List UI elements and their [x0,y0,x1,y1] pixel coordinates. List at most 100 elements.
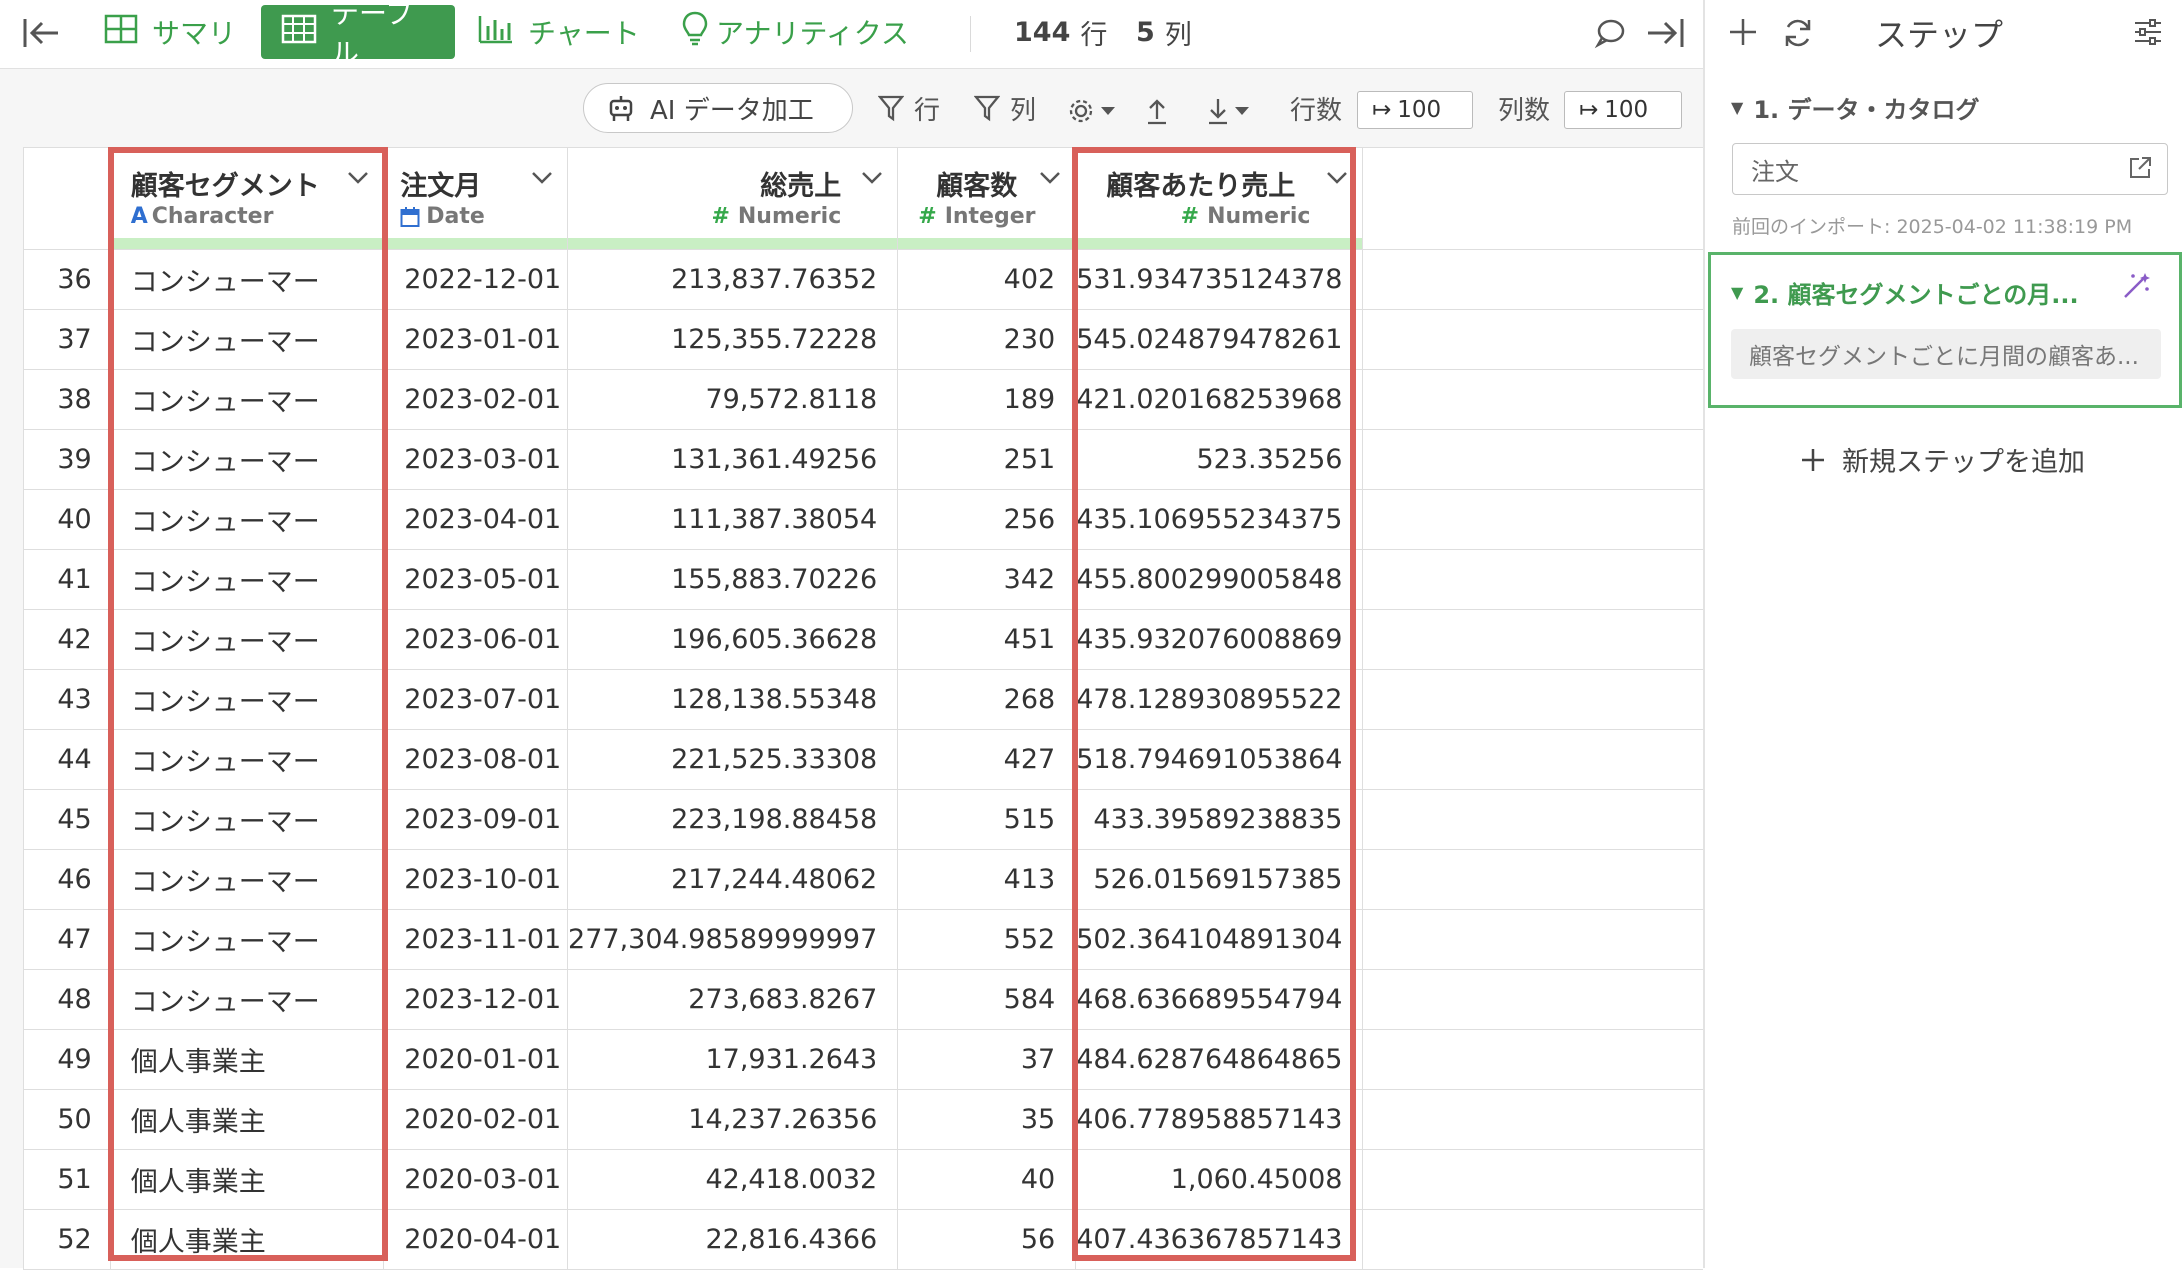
cell-total-sales[interactable]: 217,244.48062 [567,849,899,910]
cell-sales-per-customer[interactable]: 433.39589238835 [1075,789,1364,850]
row-number[interactable]: 36 [23,249,111,310]
cell-sales-per-customer[interactable]: 406.778958857143 [1075,1089,1364,1150]
row-number[interactable]: 48 [23,969,111,1030]
cell-segment[interactable]: コンシューマー [109,249,385,310]
chevron-down-icon[interactable] [1039,170,1061,189]
cell-segment[interactable]: コンシューマー [109,429,385,490]
cell-customer-count[interactable]: 413 [897,849,1077,910]
cell-customer-count[interactable]: 402 [897,249,1077,310]
step-1-source-field[interactable]: 注文 [1732,143,2168,195]
cell-order-month[interactable]: 2020-01-01 [383,1029,569,1090]
cell-order-month[interactable]: 2023-08-01 [383,729,569,790]
chevron-down-icon[interactable] [1326,170,1348,189]
row-number[interactable]: 49 [23,1029,111,1090]
cell-order-month[interactable]: 2023-02-01 [383,369,569,430]
step-2-header[interactable]: ▼ 2. 顧客セグメントごとの月... [1731,275,2079,310]
cell-total-sales[interactable]: 273,683.8267 [567,969,899,1030]
cell-segment[interactable]: コンシューマー [109,309,385,370]
tab-table[interactable]: テーブル [261,0,455,70]
row-number[interactable]: 43 [23,669,111,730]
chevron-down-icon[interactable] [347,170,369,189]
cell-order-month[interactable]: 2023-03-01 [383,429,569,490]
cell-sales-per-customer[interactable]: 1,060.45008 [1075,1149,1364,1210]
cell-order-month[interactable]: 2023-05-01 [383,549,569,610]
step-2-card[interactable]: ▼ 2. 顧客セグメントごとの月... 顧客セグメントごとに月間の顧客あ... [1708,252,2182,408]
cell-customer-count[interactable]: 35 [897,1089,1077,1150]
cell-order-month[interactable]: 2022-12-01 [383,249,569,310]
column-header-customer-count[interactable]: 顧客数 # Integer [897,147,1077,250]
add-new-step-button[interactable]: 新規ステップを追加 [1800,440,2085,479]
cell-customer-count[interactable]: 40 [897,1149,1077,1210]
cell-sales-per-customer[interactable]: 526.01569157385 [1075,849,1364,910]
cell-total-sales[interactable]: 22,816.4366 [567,1209,899,1270]
cell-order-month[interactable]: 2020-04-01 [383,1209,569,1270]
cell-customer-count[interactable]: 552 [897,909,1077,970]
row-number[interactable]: 41 [23,549,111,610]
cell-segment[interactable]: 個人事業主 [109,1089,385,1150]
cell-order-month[interactable]: 2020-03-01 [383,1149,569,1210]
cell-order-month[interactable]: 2023-09-01 [383,789,569,850]
cell-order-month[interactable]: 2023-11-01 [383,909,569,970]
cell-customer-count[interactable]: 56 [897,1209,1077,1270]
cell-sales-per-customer[interactable]: 435.932076008869 [1075,609,1364,670]
column-header-sales-per-customer[interactable]: 顧客あたり売上 # Numeric [1075,147,1364,250]
cell-total-sales[interactable]: 125,355.72228 [567,309,899,370]
cell-segment[interactable]: 個人事業主 [109,1029,385,1090]
tab-analytics[interactable]: アナリティクス [682,5,909,59]
cell-total-sales[interactable]: 17,931.2643 [567,1029,899,1090]
row-number[interactable]: 44 [23,729,111,790]
row-number[interactable]: 40 [23,489,111,550]
row-number[interactable]: 45 [23,789,111,850]
cell-total-sales[interactable]: 196,605.36628 [567,609,899,670]
external-link-icon[interactable] [2127,155,2153,187]
cell-sales-per-customer[interactable]: 455.800299005848 [1075,549,1364,610]
row-number[interactable]: 38 [23,369,111,430]
expand-right-icon[interactable] [1646,16,1686,54]
row-number[interactable]: 39 [23,429,111,490]
cell-order-month[interactable]: 2023-06-01 [383,609,569,670]
cell-total-sales[interactable]: 155,883.70226 [567,549,899,610]
cell-segment[interactable]: コンシューマー [109,369,385,430]
cell-customer-count[interactable]: 584 [897,969,1077,1030]
column-filter-button[interactable]: 列 [974,83,1036,133]
cell-total-sales[interactable]: 79,572.8118 [567,369,899,430]
sort-ascending-icon[interactable] [1145,97,1169,129]
cell-total-sales[interactable]: 277,304.98589999997 [567,909,899,970]
cell-total-sales[interactable]: 14,237.26356 [567,1089,899,1150]
cell-sales-per-customer[interactable]: 478.128930895522 [1075,669,1364,730]
chevron-down-icon[interactable] [531,170,553,189]
row-number[interactable]: 47 [23,909,111,970]
step-1-header[interactable]: ▼ 1. データ・カタログ [1731,90,1979,125]
cell-total-sales[interactable]: 213,837.76352 [567,249,899,310]
cell-customer-count[interactable]: 37 [897,1029,1077,1090]
cell-customer-count[interactable]: 427 [897,729,1077,790]
cell-total-sales[interactable]: 42,418.0032 [567,1149,899,1210]
cell-order-month[interactable]: 2023-07-01 [383,669,569,730]
settings-gear-icon[interactable] [1066,96,1116,126]
tab-chart[interactable]: チャート [478,5,640,59]
cell-customer-count[interactable]: 189 [897,369,1077,430]
cell-sales-per-customer[interactable]: 523.35256 [1075,429,1364,490]
cell-sales-per-customer[interactable]: 421.020168253968 [1075,369,1364,430]
row-number[interactable]: 50 [23,1089,111,1150]
cell-sales-per-customer[interactable]: 484.628764864865 [1075,1029,1364,1090]
cell-customer-count[interactable]: 256 [897,489,1077,550]
cell-sales-per-customer[interactable]: 435.106955234375 [1075,489,1364,550]
cell-segment[interactable]: コンシューマー [109,669,385,730]
collapse-left-icon[interactable] [22,16,60,54]
cols-limit-input[interactable]: ↦ 100 [1564,91,1682,129]
cell-order-month[interactable]: 2023-04-01 [383,489,569,550]
cell-sales-per-customer[interactable]: 407.436367857143 [1075,1209,1364,1270]
row-number[interactable]: 37 [23,309,111,370]
row-number[interactable]: 51 [23,1149,111,1210]
cell-sales-per-customer[interactable]: 518.794691053864 [1075,729,1364,790]
cell-order-month[interactable]: 2020-02-01 [383,1089,569,1150]
comment-icon[interactable] [1594,17,1626,53]
cell-order-month[interactable]: 2023-01-01 [383,309,569,370]
cell-segment[interactable]: 個人事業主 [109,1149,385,1210]
cell-total-sales[interactable]: 128,138.55348 [567,669,899,730]
cell-total-sales[interactable]: 223,198.88458 [567,789,899,850]
column-header-total-sales[interactable]: 総売上 # Numeric [567,147,899,250]
cell-order-month[interactable]: 2023-10-01 [383,849,569,910]
cell-order-month[interactable]: 2023-12-01 [383,969,569,1030]
